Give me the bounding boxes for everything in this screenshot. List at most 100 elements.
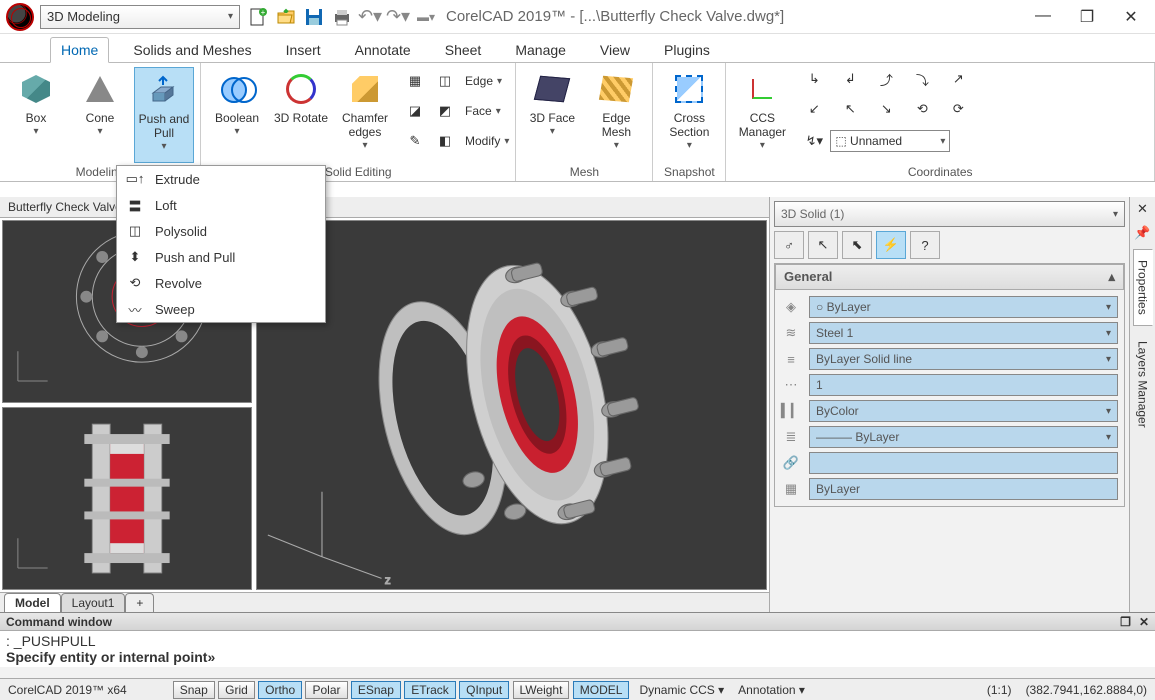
tab-solids[interactable]: Solids and Meshes (123, 38, 261, 62)
linetype-field[interactable]: ByLayer Solid line▾ (809, 348, 1118, 370)
undo-icon[interactable]: ↶▾ (358, 5, 382, 29)
ccs-icon-8[interactable]: ↘ (874, 97, 898, 121)
box-button[interactable]: Box▾ (6, 67, 66, 163)
ccs-icon-10[interactable]: ⟳ (946, 97, 970, 121)
hyperlink-field[interactable] (809, 452, 1118, 474)
cone-button[interactable]: Cone▾ (70, 67, 130, 163)
tab-annotate[interactable]: Annotate (345, 38, 421, 62)
status-annotation[interactable]: Annotation ▾ (734, 683, 809, 697)
status-toggle-lweight[interactable]: LWeight (513, 681, 570, 699)
prop-btn-help[interactable]: ? (910, 231, 940, 259)
ccs-icon-1[interactable]: ↳ (802, 67, 826, 91)
face-icon1[interactable]: ◪ (403, 99, 427, 123)
viewport-iso[interactable]: z (256, 220, 767, 590)
layer-icon: ≋ (781, 324, 801, 342)
cross-section-button[interactable]: Cross Section▾ (659, 67, 719, 163)
modify-icon1[interactable]: ✎ (403, 129, 427, 153)
status-toggle-snap[interactable]: Snap (173, 681, 215, 699)
redo-icon[interactable]: ↷▾ (386, 5, 410, 29)
edge-icon1[interactable]: ▦ (403, 69, 427, 93)
status-toggle-etrack[interactable]: ETrack (404, 681, 456, 699)
modify-menu[interactable]: Modify▾ (463, 134, 509, 148)
status-toggle-qinput[interactable]: QInput (459, 681, 509, 699)
tab-plugins[interactable]: Plugins (654, 38, 720, 62)
minimize-button[interactable]: — (1033, 7, 1053, 27)
add-layout-button[interactable]: + (125, 593, 154, 612)
layer-field[interactable]: Steel 1▾ (809, 322, 1118, 344)
face-menu[interactable]: Face▾ (463, 104, 509, 118)
tab-home[interactable]: Home (50, 37, 109, 63)
menu-extrude[interactable]: ▭↑Extrude (117, 166, 325, 192)
tab-manage[interactable]: Manage (505, 38, 576, 62)
workspace-selector[interactable]: 3D Modeling ▾ (40, 5, 240, 29)
linestyle-field[interactable]: ——— ByLayer▾ (809, 426, 1118, 448)
viewport-front[interactable] (2, 407, 252, 590)
tab-sheet[interactable]: Sheet (435, 38, 492, 62)
status-toggle-esnap[interactable]: ESnap (351, 681, 401, 699)
edgemesh-label: Edge Mesh (602, 111, 631, 139)
command-body[interactable]: : _PUSHPULL Specify entity or internal p… (0, 631, 1155, 667)
ccs-icon-5[interactable]: ↗ (946, 67, 970, 91)
chamfer-button[interactable]: Chamfer edges▾ (335, 67, 395, 163)
tab-view[interactable]: View (590, 38, 640, 62)
ccs-icon-4[interactable]: ⤵ (910, 67, 934, 91)
ccs-icon-7[interactable]: ↖ (838, 97, 862, 121)
face-icon2[interactable]: ◩ (433, 99, 457, 123)
ccs-manager-button[interactable]: CCS Manager▾ (732, 67, 792, 163)
general-section-header[interactable]: General▴ (775, 264, 1124, 290)
tab-insert[interactable]: Insert (276, 38, 331, 62)
color-field[interactable]: ○ ByLayer▾ (809, 296, 1118, 318)
open-icon[interactable] (274, 5, 298, 29)
lineweight-field[interactable]: ByColor▾ (809, 400, 1118, 422)
panel-pin-icon[interactable]: 📌 (1133, 225, 1153, 245)
prop-btn-1[interactable]: ♂ (774, 231, 804, 259)
side-tab-properties[interactable]: Properties (1133, 249, 1153, 326)
scale-field[interactable]: 1 (809, 374, 1118, 396)
save-icon[interactable] (302, 5, 326, 29)
pushpull-icon: ⬍ (125, 247, 145, 267)
status-toggle-grid[interactable]: Grid (218, 681, 255, 699)
menu-sweep[interactable]: 〰Sweep (117, 296, 325, 322)
edge-menu[interactable]: Edge▾ (463, 74, 509, 88)
model-tab-model[interactable]: Model (4, 593, 61, 612)
prop-btn-quick[interactable]: ⚡ (876, 231, 906, 259)
ccs-icon-9[interactable]: ⟲ (910, 97, 934, 121)
menu-polysolid[interactable]: ◫Polysolid (117, 218, 325, 244)
status-toggle-ortho[interactable]: Ortho (258, 681, 302, 699)
panel-close-icon[interactable]: ✕ (1133, 201, 1153, 221)
ccs-name-selector[interactable]: ⬚ Unnamed▾ (830, 130, 950, 152)
properties-panel: 3D Solid (1)▾ ♂ ↖ ⬉ ⚡ ? General▴ ◈○ ByLa… (769, 197, 1129, 612)
status-toggle-polar[interactable]: Polar (305, 681, 347, 699)
ccs-icon-11[interactable]: ↯▾ (802, 129, 826, 153)
status-toggle-model[interactable]: MODEL (573, 681, 630, 699)
edgemesh-button[interactable]: Edge Mesh▾ (586, 67, 646, 163)
status-dynccs[interactable]: Dynamic CCS ▾ (635, 683, 728, 697)
3dface-button[interactable]: 3D Face▾ (522, 67, 582, 163)
prop-btn-2[interactable]: ↖ (808, 231, 838, 259)
new-icon[interactable]: + (246, 5, 270, 29)
model-tab-layout1[interactable]: Layout1 (61, 593, 126, 612)
transparency-field[interactable]: ByLayer (809, 478, 1118, 500)
selection-selector[interactable]: 3D Solid (1)▾ (774, 201, 1125, 227)
rotate3d-button[interactable]: 3D Rotate (271, 67, 331, 163)
cmd-restore-icon[interactable]: ❐ (1120, 615, 1131, 629)
maximize-button[interactable]: ❐ (1077, 7, 1097, 27)
cmd-close-icon[interactable]: ✕ (1139, 615, 1149, 629)
print-icon[interactable] (330, 5, 354, 29)
close-button[interactable]: ✕ (1121, 7, 1141, 27)
menu-pushpull[interactable]: ⬍Push and Pull (117, 244, 325, 270)
edge-icon2[interactable]: ◫ (433, 69, 457, 93)
modify-icon2[interactable]: ◧ (433, 129, 457, 153)
linetype-icon: ≡ (781, 350, 801, 368)
ccs-icon-2[interactable]: ↲ (838, 67, 862, 91)
side-tab-layers[interactable]: Layers Manager (1133, 330, 1153, 439)
ccs-icon-6[interactable]: ↙ (802, 97, 826, 121)
menu-loft[interactable]: 〓Loft (117, 192, 325, 218)
menu-revolve[interactable]: ⟲Revolve (117, 270, 325, 296)
qat-dropdown-icon[interactable]: ▬▾ (414, 5, 438, 29)
prop-toolbar: ♂ ↖ ⬉ ⚡ ? (774, 231, 1125, 259)
ccs-icon-3[interactable]: ⤴ (874, 67, 898, 91)
boolean-button[interactable]: Boolean▾ (207, 67, 267, 163)
push-pull-button[interactable]: Push and Pull▾ (134, 67, 194, 163)
prop-btn-3[interactable]: ⬉ (842, 231, 872, 259)
